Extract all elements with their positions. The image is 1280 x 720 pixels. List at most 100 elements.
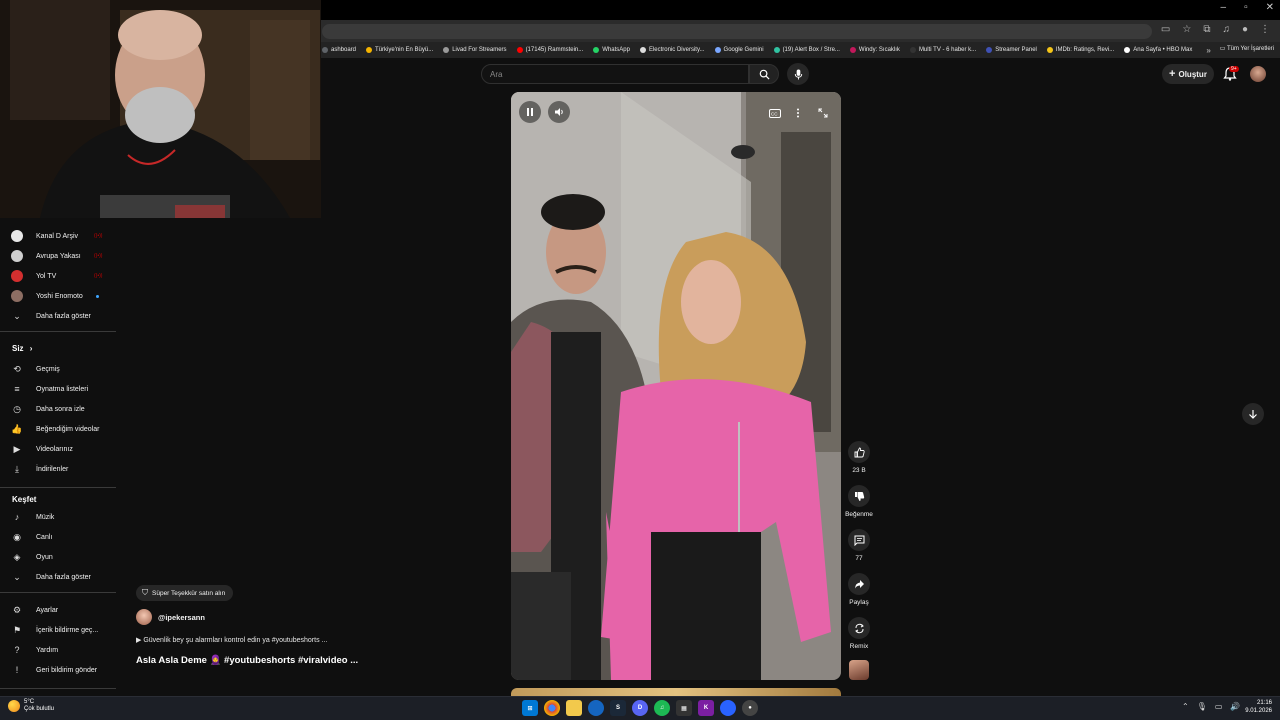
next-short-preview[interactable]: [511, 688, 841, 696]
weather-widget[interactable]: 5°C Çok bulutlu: [8, 699, 54, 713]
you-section-header[interactable]: Siz ›: [12, 344, 32, 353]
bookmark-favicon-icon: [516, 47, 523, 53]
voice-search-button[interactable]: [787, 63, 809, 85]
search-input[interactable]: Ara: [481, 64, 749, 84]
bookmark-favicon-icon: [1124, 47, 1131, 53]
sidebar-item[interactable]: ▶ Videolarınız: [0, 439, 118, 459]
bookmark-item[interactable]: (19) Alert Box / Stre...: [773, 47, 840, 53]
clock[interactable]: 21:16 9.01.2026: [1242, 699, 1272, 715]
account-avatar[interactable]: [1250, 66, 1266, 82]
sidebar-item-label: Yardım: [36, 646, 59, 654]
arrow-down-icon: [1249, 410, 1257, 419]
bookmark-item[interactable]: Streamer Panel: [986, 47, 1037, 53]
flag-icon: ⚑: [12, 624, 22, 635]
short-description[interactable]: ▶ Güvenlik bey şu alarmları kontrol edin…: [136, 636, 327, 644]
chrome-icon[interactable]: [544, 700, 560, 716]
sidebar-item[interactable]: ! Geri bildirim gönder: [0, 660, 118, 680]
show-more-subscriptions[interactable]: ⌄ Daha fazla göster: [0, 306, 118, 326]
address-bar[interactable]: [322, 24, 1152, 39]
chevron-right-icon[interactable]: »: [1206, 46, 1210, 55]
create-button[interactable]: + Oluştur: [1162, 64, 1214, 84]
live-indicator-icon: ((•)): [94, 233, 103, 239]
bookmark-item[interactable]: Livad For Streamers: [443, 47, 507, 53]
extensions-icon[interactable]: ⧉: [1203, 24, 1210, 35]
super-thanks-button[interactable]: ⛉ Süper Teşekkür satın alın: [136, 585, 234, 601]
speaker-icon[interactable]: 🔊: [1230, 702, 1240, 711]
network-icon[interactable]: ▭: [1215, 702, 1223, 711]
share-button[interactable]: Paylaş: [842, 573, 876, 606]
edge-icon[interactable]: [588, 700, 604, 716]
sidebar-item[interactable]: ≡ Oynatma listeleri: [0, 379, 118, 399]
sidebar-item[interactable]: Yoshi Enomoto: [0, 286, 118, 306]
remix-button[interactable]: Remix: [842, 617, 876, 650]
short-title[interactable]: Asla Asla Deme 🧕 #youtubeshorts #viralvi…: [136, 655, 358, 666]
spotify-icon[interactable]: ♫: [654, 700, 670, 716]
star-icon[interactable]: ☆: [1182, 24, 1191, 35]
bookmark-item[interactable]: Electronic Diversity...: [639, 47, 705, 53]
dislike-button[interactable]: Beğenme: [842, 485, 876, 518]
start-icon[interactable]: ⊞: [522, 700, 538, 716]
sidebar-item[interactable]: 👍 Beğendiğim videolar: [0, 419, 118, 439]
chevron-up-icon[interactable]: ⌃: [1182, 702, 1189, 711]
comment-icon: [848, 529, 870, 551]
sidebar-item[interactable]: ⚑ İçerik bildirme geç...: [0, 620, 118, 640]
bookmark-item[interactable]: Google Gemini: [714, 47, 764, 53]
more-options-button[interactable]: [790, 105, 806, 121]
bookmark-item[interactable]: ashboard: [322, 47, 356, 53]
channel-link[interactable]: @ipekersann: [136, 609, 205, 625]
next-video-button[interactable]: [1242, 403, 1264, 425]
sidebar-item[interactable]: ◷ Daha sonra izle: [0, 399, 118, 419]
media-icon[interactable]: ♫: [1222, 24, 1230, 35]
fullscreen-button[interactable]: [815, 105, 831, 121]
profile-icon[interactable]: ●: [1242, 24, 1248, 35]
sidebar-item[interactable]: ◉ Canlı: [0, 527, 118, 547]
bookmark-item[interactable]: Windy: Sıcaklık: [849, 47, 900, 53]
cast-icon[interactable]: ▭: [1161, 24, 1170, 35]
file-explorer-icon[interactable]: [566, 700, 582, 716]
menu-icon[interactable]: ⋮: [1260, 24, 1270, 35]
bookmark-item[interactable]: (17145) Rammstein...: [516, 47, 583, 53]
you-header-label: Siz: [12, 344, 24, 353]
sidebar-item[interactable]: ⚙ Ayarlar: [0, 600, 118, 620]
channel-handle[interactable]: @ipekersann: [158, 613, 205, 622]
shorts-video-player[interactable]: CC: [511, 92, 841, 680]
sidebar-item[interactable]: ⤓ İndirilenler: [0, 459, 118, 479]
like-button[interactable]: 23 B: [842, 441, 876, 474]
bookmark-item[interactable]: WhatsApp: [593, 47, 630, 53]
sidebar-item[interactable]: Avrupa Yakası ((•)): [0, 246, 118, 266]
sidebar-item-label: Beğendiğim videolar: [36, 425, 100, 433]
bookmark-item[interactable]: Multi TV - 6 haber k...: [909, 47, 976, 53]
sidebar-item-label: Yoshi Enomoto: [36, 292, 83, 300]
obs-icon[interactable]: ●: [742, 700, 758, 716]
sidebar-item[interactable]: Kanal D Arşiv ((•)): [0, 226, 118, 246]
microphone-icon[interactable]: 🎙: [1197, 702, 1207, 711]
steam-icon[interactable]: S: [610, 700, 626, 716]
close-icon[interactable]: ✕: [1266, 2, 1274, 13]
svg-text:CC: CC: [771, 111, 778, 116]
search-button[interactable]: [749, 64, 779, 84]
captions-icon: CC: [769, 108, 781, 118]
maximize-icon[interactable]: ▫: [1244, 2, 1248, 13]
bookmark-item[interactable]: Türkiye'nin En Büyü...: [366, 47, 433, 53]
all-bookmarks[interactable]: ▭ Tüm Yer İşaretleri: [1220, 45, 1274, 52]
sidebar-item[interactable]: ♪ Müzik: [0, 507, 118, 527]
comments-button[interactable]: 77: [842, 529, 876, 562]
app-icon[interactable]: [720, 700, 736, 716]
minimize-icon[interactable]: –: [1221, 2, 1227, 13]
bookmark-item[interactable]: IMDb: Ratings, Revi...: [1046, 47, 1114, 53]
sidebar-item[interactable]: Yol TV ((•)): [0, 266, 118, 286]
kick-icon[interactable]: K: [698, 700, 714, 716]
channel-avatar: [11, 250, 23, 262]
pause-button[interactable]: [519, 101, 541, 123]
volume-button[interactable]: [548, 101, 570, 123]
sound-thumbnail[interactable]: [849, 660, 869, 680]
sidebar-item[interactable]: ⟲ Geçmiş: [0, 359, 118, 379]
sidebar-item[interactable]: ◈ Oyun: [0, 547, 118, 567]
captions-button[interactable]: CC: [767, 105, 783, 121]
show-more-explore[interactable]: ⌄ Daha fazla göster: [0, 567, 118, 587]
channel-avatar[interactable]: [136, 609, 152, 625]
discord-icon[interactable]: D: [632, 700, 648, 716]
sidebar-item[interactable]: ? Yardım: [0, 640, 118, 660]
bookmark-item[interactable]: Ana Sayfa • HBO Max: [1124, 47, 1192, 53]
calculator-icon[interactable]: ▦: [676, 700, 692, 716]
